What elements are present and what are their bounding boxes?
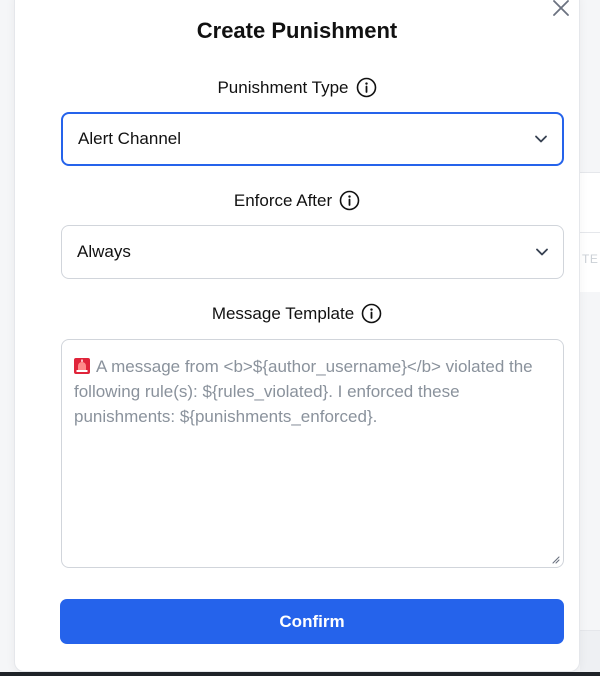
punishment-type-value: Alert Channel [78, 129, 182, 148]
punishment-type-select[interactable]: Alert Channel [61, 112, 564, 166]
create-punishment-modal: Create Punishment Punishment Type Alert … [14, 0, 580, 672]
info-icon[interactable] [356, 77, 377, 98]
punishment-type-label: Punishment Type [217, 77, 349, 97]
confirm-button[interactable]: Confirm [60, 599, 564, 644]
punishment-type-label-row: Punishment Type [15, 77, 579, 98]
siren-emoji-icon [74, 358, 90, 374]
enforce-after-label-row: Enforce After [15, 190, 579, 211]
message-template-textarea[interactable]: A message from <b>${author_username}</b>… [61, 339, 564, 568]
chevron-down-icon [535, 135, 547, 143]
message-template-label-row: Message Template [15, 303, 579, 324]
close-button[interactable] [550, 0, 572, 19]
enforce-after-select[interactable]: Always [61, 225, 564, 279]
info-icon[interactable] [361, 303, 382, 324]
enforce-after-value: Always [77, 242, 131, 261]
background-row [580, 172, 600, 232]
modal-title: Create Punishment [196, 18, 398, 43]
resize-handle-icon[interactable] [550, 554, 560, 564]
chevron-down-icon [536, 248, 548, 256]
enforce-after-label: Enforce After [233, 190, 333, 210]
message-template-placeholder-text: A message from <b>${author_username}</b>… [74, 357, 533, 426]
message-template-label: Message Template [211, 303, 355, 323]
bottom-edge [0, 672, 600, 676]
close-icon [553, 0, 569, 16]
message-template-placeholder: A message from <b>${author_username}</b>… [74, 354, 551, 429]
background-peek-text: TE [582, 252, 599, 266]
info-icon[interactable] [339, 190, 360, 211]
background-row [580, 630, 600, 676]
